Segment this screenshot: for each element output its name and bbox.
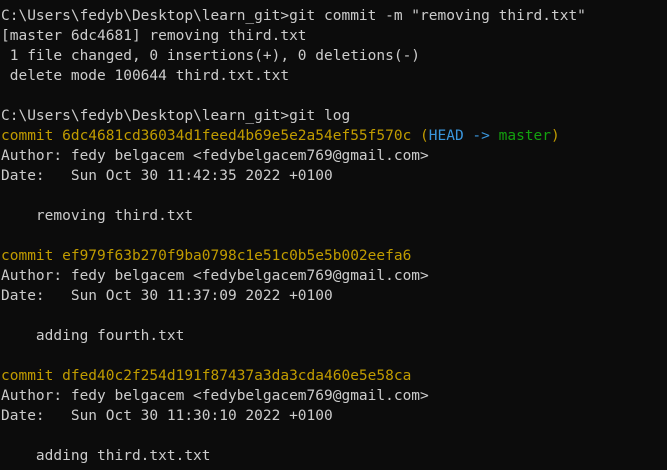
commit-author: Author: fedy belgacem <fedybelgacem769@g… (1, 388, 429, 404)
commit-author: Author: fedy belgacem <fedybelgacem769@g… (1, 268, 429, 284)
commit-hash: commit 6dc4681cd36034d1feed4b69e5e2a54ef… (1, 128, 412, 144)
command-text: git commit -m "removing third.txt" (289, 8, 586, 24)
ref-open: ( (411, 128, 429, 144)
commit-message: adding third.txt.txt (1, 448, 211, 464)
commit-hash-line: commit ef979f63b270f9ba0798c1e51c0b5e5b0… (1, 246, 667, 266)
commit-date: Date: Sun Oct 30 11:37:09 2022 +0100 (1, 288, 333, 304)
commit-date: Date: Sun Oct 30 11:42:35 2022 +0100 (1, 168, 333, 184)
terminal-window[interactable]: C:\Users\fedyb\Desktop\learn_git>git com… (0, 0, 667, 470)
commit-hash-line: commit 6dc4681cd36034d1feed4b69e5e2a54ef… (1, 126, 667, 146)
command-text: git log (289, 108, 351, 124)
commit-message: adding fourth.txt (1, 328, 185, 344)
commit-date: Date: Sun Oct 30 11:30:10 2022 +0100 (1, 408, 333, 424)
commit-summary: 1 file changed, 0 insertions(+), 0 delet… (1, 48, 421, 64)
prompt-line-commit: C:\Users\fedyb\Desktop\learn_git>git com… (1, 6, 667, 26)
commit-hash: commit ef979f63b270f9ba0798c1e51c0b5e5b0… (1, 248, 412, 264)
head-ref: HEAD -> (428, 128, 499, 144)
commit-author: Author: fedy belgacem <fedybelgacem769@g… (1, 148, 429, 164)
commit-delete-mode: delete mode 100644 third.txt.txt (1, 68, 290, 84)
ref-close: ) (551, 128, 560, 144)
commit-hash-line: commit dfed40c2f254d191f87437a3da3cda460… (1, 366, 667, 386)
commit-hash: commit dfed40c2f254d191f87437a3da3cda460… (1, 368, 412, 384)
commit-result-header: [master 6dc4681] removing third.txt (1, 28, 307, 44)
prompt-line-log: C:\Users\fedyb\Desktop\learn_git>git log (1, 106, 667, 126)
commit-message: removing third.txt (1, 208, 194, 224)
branch-ref: master (498, 128, 552, 144)
prompt-path: C:\Users\fedyb\Desktop\learn_git> (1, 108, 290, 124)
prompt-path: C:\Users\fedyb\Desktop\learn_git> (1, 8, 290, 24)
